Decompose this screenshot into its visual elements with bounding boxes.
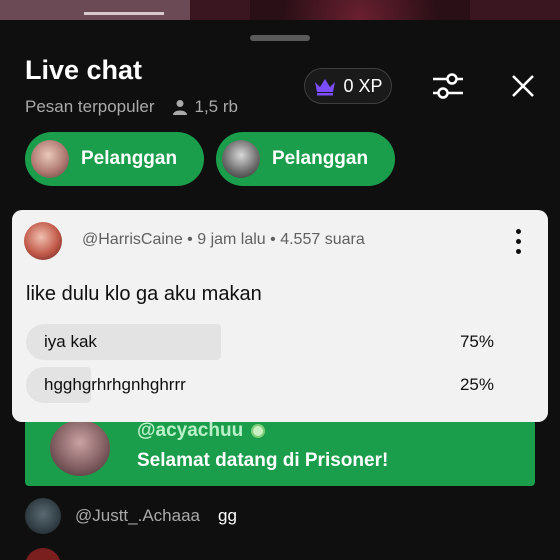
poll-time: 9 jam lalu <box>197 231 266 248</box>
chat-message[interactable]: @Justt_.Achaaa gg <box>25 498 237 534</box>
avatar <box>50 420 110 476</box>
poll-option-label: iya kak <box>44 332 97 351</box>
video-preview-strip[interactable] <box>0 0 560 20</box>
chat-mode-label: Pesan terpopuler <box>25 97 155 116</box>
poll-option-label: hgghgrhrhgnhghrrr <box>44 375 186 394</box>
meta-separator: • <box>270 231 281 248</box>
sliders-icon <box>433 73 463 99</box>
more-vert-icon[interactable] <box>508 226 528 256</box>
close-button[interactable] <box>505 68 541 104</box>
member-avatar <box>222 140 260 178</box>
chat-text: gg <box>218 506 237 525</box>
poll-option-percent: 25% <box>459 375 494 394</box>
viewer-count-value: 1,5 rb <box>194 97 238 116</box>
poll-author: @HarrisCaine <box>82 231 183 248</box>
person-icon <box>173 100 188 115</box>
membership-chip[interactable]: Pelanggan <box>25 132 204 186</box>
membership-chip-label: Pelanggan <box>81 148 178 169</box>
drag-handle[interactable] <box>250 35 310 41</box>
viewer-count: 1,5 rb <box>172 97 238 117</box>
meta-separator: • <box>187 231 198 248</box>
member-badge-icon <box>251 424 266 438</box>
avatar <box>25 498 61 534</box>
welcome-member-message[interactable]: @acyachuu Selamat datang di Prisoner! <box>25 420 535 486</box>
poll-votes: 4.557 suara <box>280 231 365 248</box>
video-overlay-bar <box>84 12 164 15</box>
avatar <box>24 222 62 260</box>
panel-title: Live chat <box>25 55 143 85</box>
poll-option[interactable]: iya kak 75% <box>26 324 526 360</box>
poll-meta: @HarrisCaine • 9 jam lalu • 4.557 suara <box>82 231 365 249</box>
welcome-username: @acyachuu <box>137 420 266 442</box>
video-thumbnail-left <box>0 0 190 20</box>
membership-chip-label: Pelanggan <box>272 148 369 169</box>
poll-option-percent: 75% <box>459 332 494 351</box>
xp-button[interactable]: 0 XP <box>304 68 392 104</box>
avatar <box>25 548 61 560</box>
member-avatar <box>31 140 69 178</box>
poll-option[interactable]: hgghgrhrhgnhghrrr 25% <box>26 367 526 403</box>
close-icon <box>512 75 534 97</box>
membership-chip[interactable]: Pelanggan <box>216 132 395 186</box>
crown-icon <box>315 79 336 96</box>
xp-label: 0 XP <box>343 75 383 96</box>
welcome-username-text: @acyachuu <box>137 420 244 441</box>
welcome-text: Selamat datang di Prisoner! <box>137 450 389 471</box>
chat-settings-button[interactable] <box>430 68 466 104</box>
chat-mode-subtitle[interactable]: Pesan terpopuler 1,5 rb <box>25 97 238 117</box>
video-artwork <box>250 0 470 20</box>
chat-author: @Justt_.Achaaa <box>75 506 200 525</box>
poll-question: like dulu klo ga aku makan <box>26 283 262 305</box>
poll-card: @HarrisCaine • 9 jam lalu • 4.557 suara … <box>12 210 548 422</box>
